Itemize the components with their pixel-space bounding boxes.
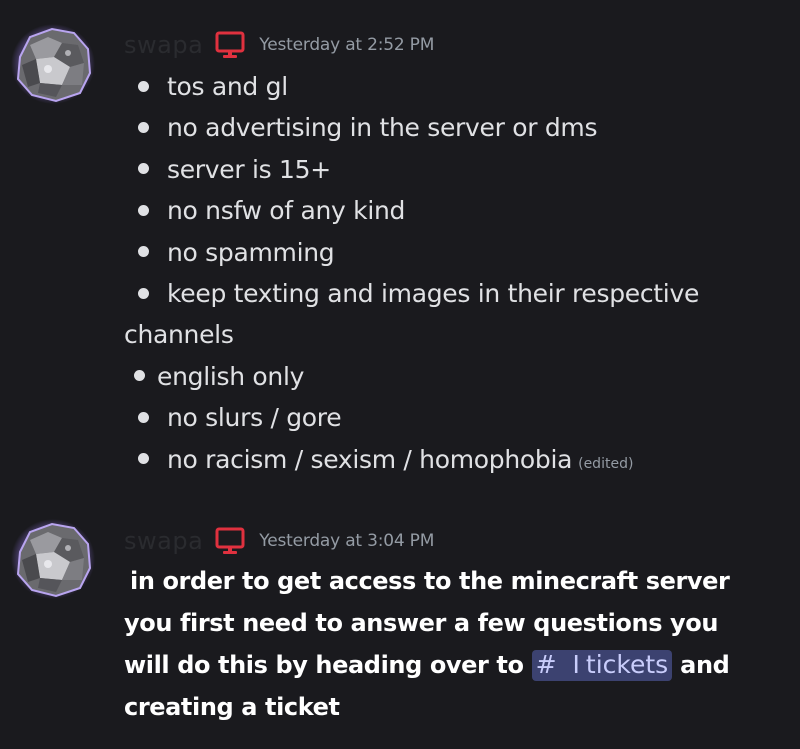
rule-text: no racism / sexism / homophobia [167,444,573,474]
bullet-icon [134,370,145,382]
rule-text: english only [157,361,305,391]
message-header: swapa Yesterday at 3:04 PM [124,524,434,558]
channel-mention[interactable]: # Itickets [531,650,673,681]
rule-text: keep texting and images in their respect… [167,279,700,309]
bullet-icon [138,411,149,423]
channel-name: tickets [585,650,669,679]
avatar[interactable] [10,518,96,600]
message-line: you first need to answer a few questions… [124,608,719,637]
list-item: no slurs / gore [124,397,784,438]
monitor-icon [213,28,247,62]
bullet-icon [138,204,149,216]
message-text: and [672,651,730,679]
list-item: no advertising in the server or dms [124,107,784,148]
channel-pipe: I [572,650,580,679]
rule-text: no slurs / gore [167,403,342,433]
avatar-rock-icon [11,519,95,599]
bullet-icon [138,453,149,465]
list-item: no nsfw of any kind [124,190,784,231]
list-item-continuation: channels [124,314,784,355]
rule-text: no advertising in the server or dms [167,113,598,143]
list-item: tos and gl [124,66,784,107]
message-header: swapa Yesterday at 2:52 PM [124,28,434,62]
bullet-icon [138,287,149,299]
rule-text: tos and gl [167,72,288,101]
list-item: no racism / sexism / homophobia (edited) [124,439,784,485]
edited-label: (edited) [578,455,634,472]
rule-text: no spamming [167,237,335,267]
list-item: keep texting and images in their respect… [124,273,784,314]
hash-icon: # [535,650,557,679]
username[interactable]: swapa [124,33,203,57]
bullet-icon [138,80,149,92]
message-line: will do this by heading over to # Iticket… [124,644,784,687]
rule-text: server is 15+ [167,154,331,184]
bullet-icon [138,121,149,133]
timestamp: Yesterday at 2:52 PM [259,35,435,55]
message-content: in order to get access to the minecraft … [124,561,784,728]
rules-list: tos and gl no advertising in the server … [124,66,784,485]
rule-text: channels [124,320,234,350]
list-item: server is 15+ [124,149,784,190]
bullet-icon [138,246,149,258]
rule-text: no nsfw of any kind [167,196,406,226]
avatar[interactable] [10,23,96,105]
username[interactable]: swapa [124,529,203,553]
avatar-rock-icon [11,24,95,104]
bullet-icon [138,163,149,175]
timestamp: Yesterday at 3:04 PM [259,531,435,551]
list-item: no spamming [124,232,784,273]
message-line: creating a ticket [124,692,340,721]
list-item: english only [124,356,784,397]
monitor-icon [213,524,247,558]
message-text: will do this by heading over to [124,651,524,679]
message-line: in order to get access to the minecraft … [130,567,730,595]
